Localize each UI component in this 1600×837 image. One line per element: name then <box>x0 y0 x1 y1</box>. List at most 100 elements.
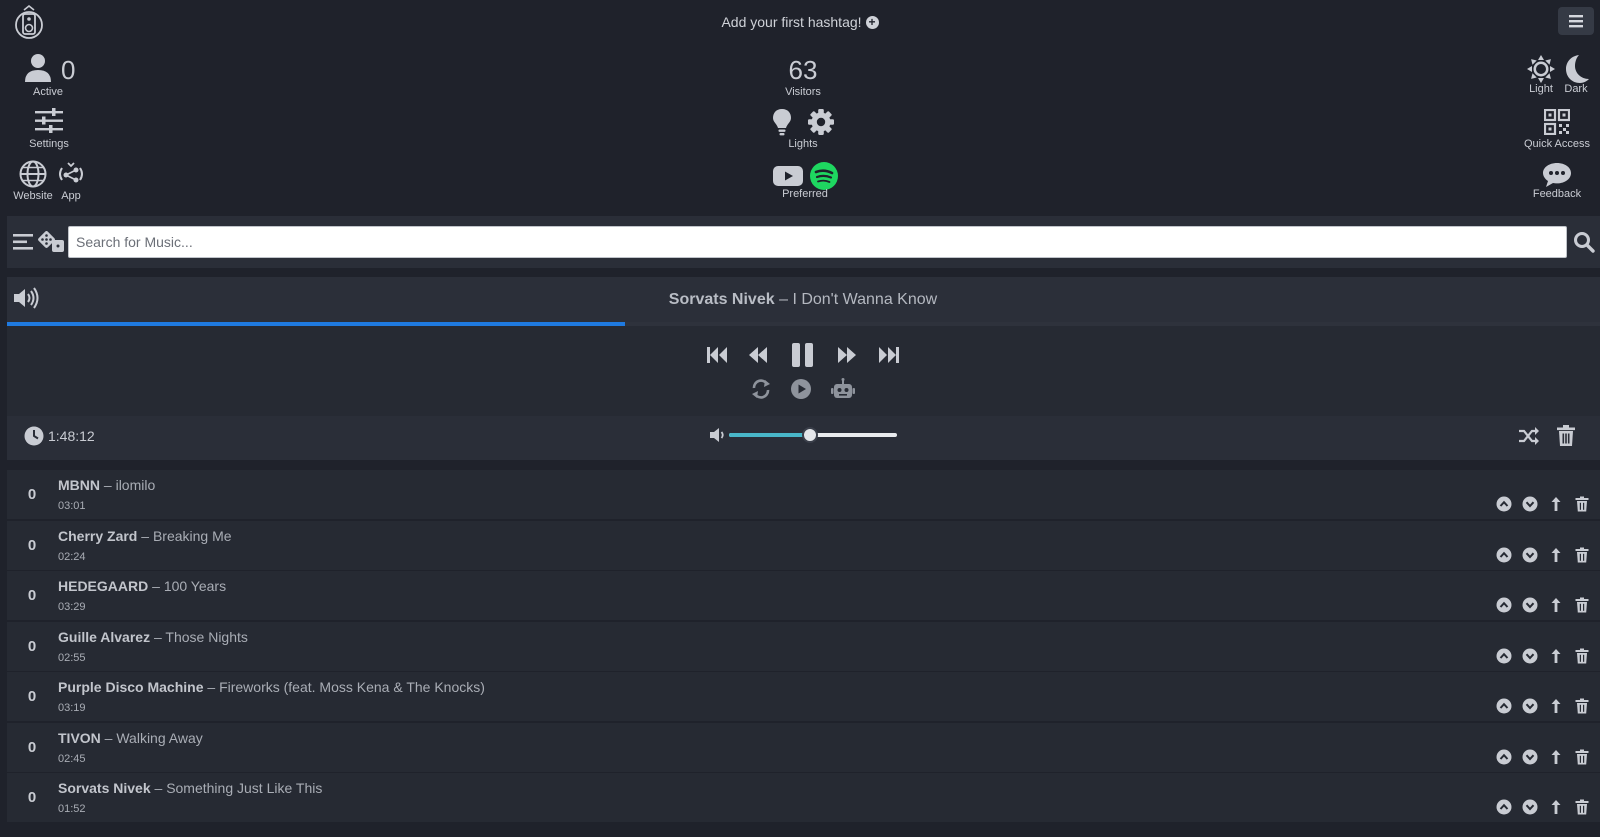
vote-up-icon[interactable] <box>1496 799 1512 815</box>
lightbulb-icon[interactable] <box>772 108 792 136</box>
rewind-icon[interactable] <box>747 344 769 366</box>
vote-up-icon[interactable] <box>1496 698 1512 714</box>
delete-track-icon[interactable] <box>1574 799 1590 815</box>
row-actions <box>1496 496 1590 512</box>
quick-access-label[interactable]: Quick Access <box>1520 138 1594 150</box>
dice-icon[interactable] <box>37 229 65 255</box>
skip-forward-icon[interactable] <box>878 344 900 366</box>
delete-track-icon[interactable] <box>1574 749 1590 765</box>
hamburger-icon <box>1569 15 1583 28</box>
track-title: MBNN – ilomilo <box>58 477 155 493</box>
youtube-icon[interactable] <box>773 166 803 186</box>
track-separator: – <box>154 780 163 796</box>
delete-track-icon[interactable] <box>1574 547 1590 563</box>
delete-track-icon[interactable] <box>1574 597 1590 613</box>
vote-down-icon[interactable] <box>1522 648 1538 664</box>
track-name: Those Nights <box>165 628 248 645</box>
app-share-icon[interactable] <box>57 160 85 188</box>
move-to-top-icon[interactable] <box>1548 496 1564 512</box>
queue-row: 0 Guille Alvarez – Those Nights 02:55 <box>7 621 1600 672</box>
row-actions <box>1496 799 1590 815</box>
globe-icon[interactable] <box>19 160 47 188</box>
track-duration: 01:52 <box>58 803 86 815</box>
fast-forward-icon[interactable] <box>836 344 858 366</box>
vote-up-icon[interactable] <box>1496 648 1512 664</box>
track-title: TIVON – Walking Away <box>58 730 203 746</box>
track-artist: TIVON <box>58 729 101 746</box>
vote-down-icon[interactable] <box>1522 547 1538 563</box>
vote-down-icon[interactable] <box>1522 496 1538 512</box>
shuffle-icon[interactable] <box>1518 426 1540 446</box>
feedback-chat-icon[interactable] <box>1542 162 1572 188</box>
queue-row: 0 TIVON – Walking Away 02:45 <box>7 722 1600 773</box>
vote-down-icon[interactable] <box>1522 799 1538 815</box>
vote-count: 0 <box>27 587 37 604</box>
track-title: Sorvats Nivek – Something Just Like This <box>58 780 322 796</box>
qr-code-icon[interactable] <box>1544 109 1570 135</box>
feedback-label[interactable]: Feedback <box>1524 188 1590 200</box>
now-playing-track: I Don't Wanna Know <box>792 291 938 308</box>
volume-low-icon[interactable] <box>709 427 727 443</box>
move-to-top-icon[interactable] <box>1548 749 1564 765</box>
settings-sliders-icon[interactable] <box>34 108 64 134</box>
pause-icon[interactable] <box>790 341 816 369</box>
list-icon[interactable] <box>12 231 34 253</box>
track-name: 100 Years <box>163 578 227 594</box>
delete-track-icon[interactable] <box>1574 496 1590 512</box>
repeat-icon[interactable] <box>750 378 772 400</box>
volume-slider-thumb[interactable] <box>802 427 818 443</box>
robot-icon[interactable] <box>830 378 856 400</box>
move-to-top-icon[interactable] <box>1548 698 1564 714</box>
move-to-top-icon[interactable] <box>1548 648 1564 664</box>
queue-row: 0 Cherry Zard – Breaking Me 02:24 <box>7 520 1600 571</box>
move-to-top-icon[interactable] <box>1548 547 1564 563</box>
queue-list: 0 MBNN – ilomilo 03:01 0 Cherry Zard – Break… <box>7 470 1600 837</box>
menu-button[interactable] <box>1558 7 1594 35</box>
gear-icon[interactable] <box>807 108 835 136</box>
track-separator: – <box>141 527 150 544</box>
hashtag-prompt: Add your first hashtag! <box>721 14 862 31</box>
track-name: ilomilo <box>115 477 156 493</box>
trash-icon[interactable] <box>1556 425 1576 447</box>
progress-fill <box>7 322 625 326</box>
queue-row: 0 HEDEGAARD – 100 Years 03:29 <box>7 571 1600 621</box>
vote-down-icon[interactable] <box>1522 597 1538 613</box>
vote-up-icon[interactable] <box>1496 547 1512 563</box>
track-artist: HEDEGAARD <box>58 578 149 594</box>
track-name: Walking Away <box>116 729 203 746</box>
moon-icon[interactable] <box>1563 54 1591 84</box>
add-hashtag-link[interactable]: Add your first hashtag! + <box>0 13 1600 30</box>
visitors-count: 63 <box>788 55 818 85</box>
search-icon[interactable] <box>1573 231 1595 253</box>
light-label[interactable]: Light <box>1526 83 1556 95</box>
vote-down-icon[interactable] <box>1522 698 1538 714</box>
queue-row: 0 Purple Disco Machine – Fireworks (feat.… <box>7 672 1600 722</box>
track-artist: MBNN <box>58 477 100 493</box>
track-separator: – <box>152 578 160 594</box>
delete-track-icon[interactable] <box>1574 648 1590 664</box>
spotify-icon[interactable] <box>810 162 838 190</box>
vote-count: 0 <box>27 738 37 756</box>
visitors-label: Visitors <box>785 86 821 98</box>
dark-label[interactable]: Dark <box>1561 83 1591 95</box>
track-artist: Guille Alvarez <box>58 628 151 645</box>
delete-track-icon[interactable] <box>1574 698 1590 714</box>
track-title: HEDEGAARD – 100 Years <box>58 578 226 594</box>
sun-icon[interactable] <box>1526 54 1556 84</box>
move-to-top-icon[interactable] <box>1548 799 1564 815</box>
vote-count: 0 <box>27 486 37 503</box>
vote-down-icon[interactable] <box>1522 749 1538 765</box>
preferred-label: Preferred <box>782 188 828 200</box>
vote-up-icon[interactable] <box>1496 496 1512 512</box>
row-actions <box>1496 648 1590 664</box>
vote-count: 0 <box>27 536 37 554</box>
move-to-top-icon[interactable] <box>1548 597 1564 613</box>
vote-up-icon[interactable] <box>1496 597 1512 613</box>
skip-back-icon[interactable] <box>706 344 728 366</box>
track-artist: Sorvats Nivek <box>58 780 151 796</box>
vote-up-icon[interactable] <box>1496 749 1512 765</box>
play-circle-icon[interactable] <box>790 378 812 400</box>
track-duration: 02:24 <box>58 550 86 563</box>
vote-count: 0 <box>27 789 37 806</box>
search-input[interactable] <box>68 226 1567 258</box>
